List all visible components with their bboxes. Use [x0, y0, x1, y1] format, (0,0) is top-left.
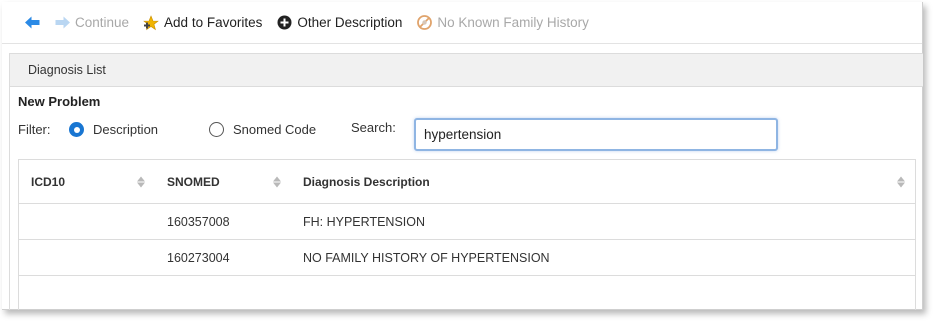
- other-description-label: Other Description: [297, 15, 403, 30]
- table-row[interactable]: 160357008 FH: HYPERTENSION: [19, 204, 915, 240]
- no-known-family-history-button[interactable]: No Known Family History: [416, 15, 589, 31]
- back-button[interactable]: [24, 15, 40, 31]
- new-problem-heading: New Problem: [18, 94, 101, 109]
- search-label: Search:: [351, 120, 396, 135]
- cell-snomed: 160357008: [167, 214, 230, 229]
- filter-snomed-code-radio[interactable]: Snomed Code: [209, 122, 316, 137]
- filter-label: Filter:: [18, 122, 51, 137]
- cell-description: FH: HYPERTENSION: [303, 214, 426, 229]
- star-plus-icon: [143, 14, 159, 31]
- add-to-favorites-label: Add to Favorites: [164, 15, 263, 30]
- panel-header: Diagnosis List: [9, 53, 923, 87]
- radio-unchecked-icon: [209, 122, 224, 137]
- table-row[interactable]: 160273004 NO FAMILY HISTORY OF HYPERTENS…: [19, 240, 915, 276]
- no-family-history-icon: [416, 15, 432, 31]
- filter-snomed-code-label: Snomed Code: [233, 122, 317, 137]
- table-header: ICD10 SNOMED Diagnosis Description: [19, 160, 915, 204]
- sort-icon[interactable]: [273, 176, 281, 187]
- plus-circle-icon: [276, 15, 292, 31]
- cell-description: NO FAMILY HISTORY OF HYPERTENSION: [303, 250, 550, 265]
- cell-icd10: [19, 204, 155, 239]
- filter-description-label: Description: [93, 122, 159, 137]
- sort-icon[interactable]: [897, 176, 905, 187]
- search-input[interactable]: [414, 118, 778, 151]
- filter-row: Filter: Description Snomed Code Search:: [18, 118, 918, 151]
- cell-icd10: [19, 240, 155, 275]
- add-to-favorites-button[interactable]: Add to Favorites: [143, 14, 263, 31]
- diagnosis-table: ICD10 SNOMED Diagnosis Description 16035…: [18, 159, 916, 310]
- toolbar: Continue Add to Favorites Other Descript…: [2, 2, 922, 44]
- column-header-snomed[interactable]: SNOMED: [155, 160, 291, 203]
- panel-body: New Problem Filter: Description Snomed C…: [9, 87, 923, 310]
- column-header-diagnosis-description[interactable]: Diagnosis Description: [291, 160, 915, 203]
- sort-icon[interactable]: [137, 176, 145, 187]
- arrow-right-icon: [54, 15, 70, 31]
- arrow-left-icon: [24, 15, 40, 31]
- radio-checked-icon: [69, 122, 84, 137]
- diagnosis-window: Continue Add to Favorites Other Descript…: [2, 2, 923, 310]
- column-header-label: Diagnosis Description: [303, 174, 430, 189]
- cell-snomed: 160273004: [167, 250, 230, 265]
- filter-description-radio[interactable]: Description: [69, 122, 158, 137]
- column-header-label: SNOMED: [167, 174, 220, 189]
- no-known-family-history-label: No Known Family History: [437, 15, 589, 30]
- other-description-button[interactable]: Other Description: [276, 15, 402, 31]
- column-header-icd10[interactable]: ICD10: [19, 160, 155, 203]
- continue-label: Continue: [75, 15, 130, 30]
- panel-title: Diagnosis List: [28, 63, 106, 77]
- continue-button[interactable]: Continue: [54, 15, 129, 31]
- column-header-label: ICD10: [31, 174, 66, 189]
